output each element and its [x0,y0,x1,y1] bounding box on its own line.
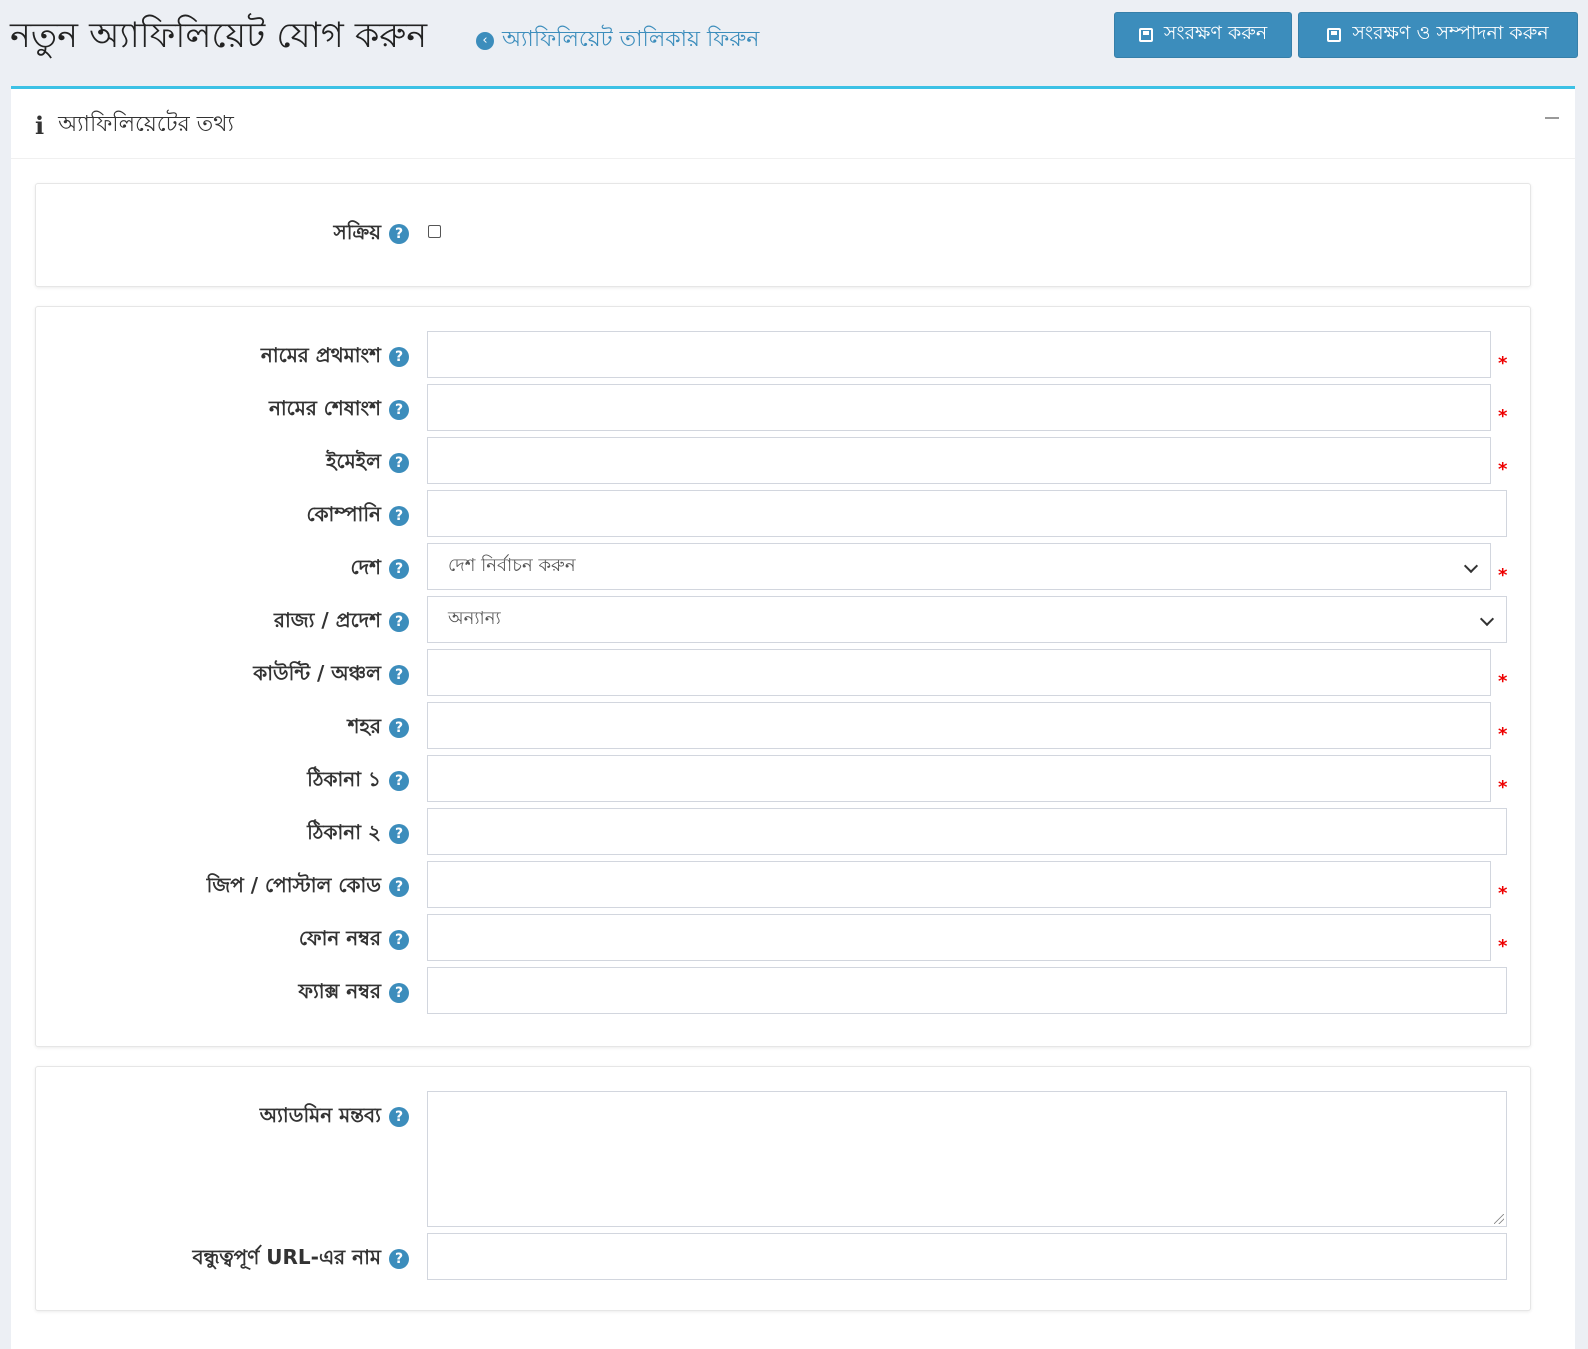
address1-input[interactable] [427,755,1491,802]
phone-row: ফোন নম্বর ? * [36,914,1530,961]
help-icon[interactable]: ? [389,347,409,367]
required-marker: * [1498,565,1508,586]
save-icon [1138,28,1153,42]
friendly-url-label: বন্ধুত্বপূর্ণ URL-এর নাম [192,1245,381,1269]
last-name-label: নামের শেষাংশ [268,396,381,420]
save-and-continue-button[interactable]: সংরক্ষণ ও সম্পাদনা করুন [1298,12,1578,58]
friendly-url-row: বন্ধুত্বপূর্ণ URL-এর নাম ? [36,1233,1530,1280]
help-icon[interactable]: ? [389,612,409,632]
help-icon[interactable]: ? [389,665,409,685]
address2-label: ঠিকানা ২ [307,820,381,844]
county-row: কাউন্টি / অঞ্চল ? * [36,649,1530,696]
card-title-text: অ্যাফিলিয়েটের তথ্য [58,112,234,137]
city-input[interactable] [427,702,1491,749]
help-icon[interactable]: ? [389,400,409,420]
required-marker: * [1498,724,1508,745]
email-row: ইমেইল ? * [36,437,1530,484]
arrow-left-circle-icon: ‹ [476,31,494,50]
required-marker: * [1498,353,1508,374]
address1-label: ঠিকানা ১ [307,767,381,791]
last-name-row: নামের শেষাংশ ? * [36,384,1530,431]
active-row: সক্রিয় ? [36,208,1530,255]
save-icon [1327,28,1342,42]
save-button-label: সংরক্ষণ করুন [1163,22,1268,44]
country-label: দেশ [350,555,381,579]
address2-input[interactable] [427,808,1507,855]
help-icon[interactable]: ? [389,824,409,844]
help-icon[interactable]: ? [389,224,409,244]
phone-label: ফোন নম্বর [298,926,381,950]
help-icon[interactable]: ? [389,1249,409,1269]
save-and-continue-label: সংরক্ষণ ও সম্পাদনা করুন [1352,22,1549,44]
help-icon[interactable]: ? [389,506,409,526]
required-marker: * [1498,459,1508,480]
city-label: শহর [347,714,381,738]
help-icon[interactable]: ? [389,930,409,950]
county-input[interactable] [427,649,1491,696]
fax-input[interactable] [427,967,1507,1014]
required-marker: * [1498,883,1508,904]
required-marker: * [1498,671,1508,692]
admin-comment-label: অ্যাডমিন মন্তব্য [259,1103,381,1127]
company-row: কোম্পানি ? [36,490,1530,537]
active-panel: সক্রিয় ? [35,183,1531,287]
details-panel: নামের প্রথমাংশ ? * নামের শেষাংশ ? * ইমেই… [35,306,1531,1047]
state-row: রাজ্য / প্রদেশ ? অন্যান্য [36,596,1530,643]
save-button[interactable]: সংরক্ষণ করুন [1114,12,1292,58]
card-title: i অ্যাফিলিয়েটের তথ্য [35,107,234,144]
friendly-url-input[interactable] [427,1233,1507,1280]
admin-comment-textarea[interactable] [427,1091,1507,1227]
info-icon: i [35,111,45,140]
fax-row: ফ্যাক্স নম্বর ? [36,967,1530,1014]
help-icon[interactable]: ? [389,1107,409,1127]
help-icon[interactable]: ? [389,718,409,738]
help-icon[interactable]: ? [389,983,409,1003]
help-icon[interactable]: ? [389,771,409,791]
country-row: দেশ ? দেশ নির্বাচন করুন * [36,543,1530,590]
address2-row: ঠিকানা ২ ? [36,808,1530,855]
help-icon[interactable]: ? [389,559,409,579]
county-label: কাউন্টি / অঞ্চল [253,661,381,685]
card-header: i অ্যাফিলিয়েটের তথ্য [11,89,1575,159]
back-to-list-link[interactable]: ‹ অ্যাফিলিয়েট তালিকায় ফিরুন [476,22,759,59]
minus-icon[interactable] [1541,105,1563,123]
active-checkbox[interactable] [428,225,441,238]
fax-label: ফ্যাক্স নম্বর [298,979,381,1003]
city-row: শহর ? * [36,702,1530,749]
chevron-down-icon [1463,558,1479,574]
admin-panel: অ্যাডমিন মন্তব্য ? বন্ধুত্বপূর্ণ URL-এর … [35,1066,1531,1311]
last-name-input[interactable] [427,384,1491,431]
company-label: কোম্পানি [306,502,381,526]
zip-input[interactable] [427,861,1491,908]
help-icon[interactable]: ? [389,877,409,897]
phone-input[interactable] [427,914,1491,961]
help-icon[interactable]: ? [389,453,409,473]
required-marker: * [1498,406,1508,427]
first-name-row: নামের প্রথমাংশ ? * [36,331,1530,378]
email-label: ইমেইল [326,449,381,473]
state-label: রাজ্য / প্রদেশ [273,608,381,632]
first-name-label: নামের প্রথমাংশ [260,343,381,367]
affiliate-info-card: i অ্যাফিলিয়েটের তথ্য সক্রিয় ? নামের প্… [11,86,1575,1349]
active-label: সক্রিয় [333,220,381,244]
required-marker: * [1498,777,1508,798]
page-title: নতুন অ্যাফিলিয়েট যোগ করুন [10,16,428,56]
back-link-label: অ্যাফিলিয়েট তালিকায় ফিরুন [502,27,760,52]
email-input[interactable] [427,437,1491,484]
chevron-down-icon [1479,611,1495,627]
country-selected-value: দেশ নির্বাচন করুন [448,555,576,576]
zip-row: জিপ / পোস্টাল কোড ? * [36,861,1530,908]
state-select[interactable]: অন্যান্য [427,596,1507,643]
company-input[interactable] [427,490,1507,537]
state-selected-value: অন্যান্য [448,608,501,629]
page-header: নতুন অ্যাফিলিয়েট যোগ করুন ‹ অ্যাফিলিয়ে… [0,0,1588,86]
resize-handle[interactable] [1494,1214,1504,1224]
zip-label: জিপ / পোস্টাল কোড [206,873,381,897]
address1-row: ঠিকানা ১ ? * [36,755,1530,802]
first-name-input[interactable] [427,331,1491,378]
required-marker: * [1498,936,1508,957]
country-select[interactable]: দেশ নির্বাচন করুন [427,543,1491,590]
